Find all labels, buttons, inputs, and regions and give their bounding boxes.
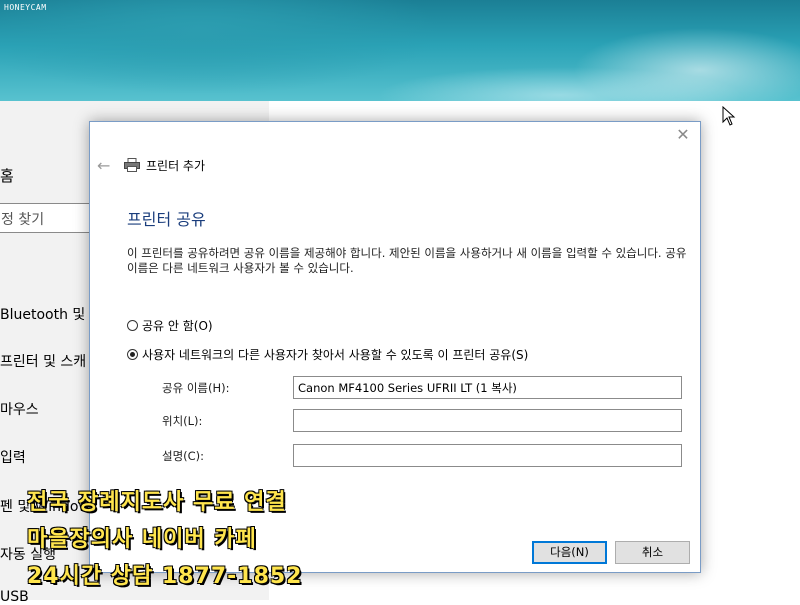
cancel-button[interactable]: 취소 — [615, 541, 690, 564]
printer-icon — [124, 158, 140, 172]
sidebar-item-usb[interactable]: USB — [0, 589, 29, 605]
sidebar-item-input[interactable]: 입력 — [0, 447, 26, 467]
share-name-input[interactable]: Canon MF4100 Series UFRII LT (1 복사) — [293, 376, 682, 399]
radio-share-label: 사용자 네트워크의 다른 사용자가 찾아서 사용할 수 있도록 이 프린터 공유… — [142, 348, 529, 362]
close-icon[interactable]: ✕ — [674, 126, 692, 144]
share-name-label: 공유 이름(H): — [162, 381, 230, 395]
promo-line-2: 마을장의사 네이버 카페 — [27, 527, 257, 552]
promo-line-3: 24시간 상담 1877-1852 — [27, 564, 303, 589]
sidebar-item-bluetooth[interactable]: Bluetooth 및 — [0, 304, 85, 324]
sidebar-home[interactable]: 홈 — [0, 165, 14, 186]
location-label: 위치(L): — [162, 414, 203, 428]
promo-line-1: 전국 장례지도사 무료 연결 — [27, 490, 287, 515]
next-button[interactable]: 다음(N) — [532, 541, 607, 564]
radio-share-circle[interactable] — [127, 349, 138, 360]
search-placeholder: 정 찾기 — [1, 212, 45, 228]
radio-no-share[interactable]: 공유 안 함(O) — [127, 317, 213, 334]
location-input[interactable] — [293, 409, 682, 432]
dialog-title: 프린터 추가 — [146, 159, 206, 173]
watermark: HONEYCAM — [4, 3, 47, 12]
mouse-cursor-icon — [722, 106, 736, 126]
page-heading: 프린터 공유 — [127, 210, 206, 229]
description-text: 이 프린터를 공유하려면 공유 이름을 제공해야 합니다. 제안된 이름을 사용… — [127, 246, 687, 275]
sidebar-item-printers[interactable]: 프린터 및 스캐 — [0, 351, 86, 371]
radio-no-share-circle[interactable] — [127, 320, 138, 331]
comment-input[interactable] — [293, 444, 682, 467]
radio-share[interactable]: 사용자 네트워크의 다른 사용자가 찾아서 사용할 수 있도록 이 프린터 공유… — [127, 346, 528, 363]
comment-label: 설명(C): — [162, 449, 205, 463]
sidebar-item-mouse[interactable]: 마우스 — [0, 399, 39, 419]
back-arrow-icon[interactable]: ← — [97, 156, 110, 175]
radio-no-share-label: 공유 안 함(O) — [142, 319, 213, 333]
desktop-wallpaper: HONEYCAM — [0, 0, 800, 101]
